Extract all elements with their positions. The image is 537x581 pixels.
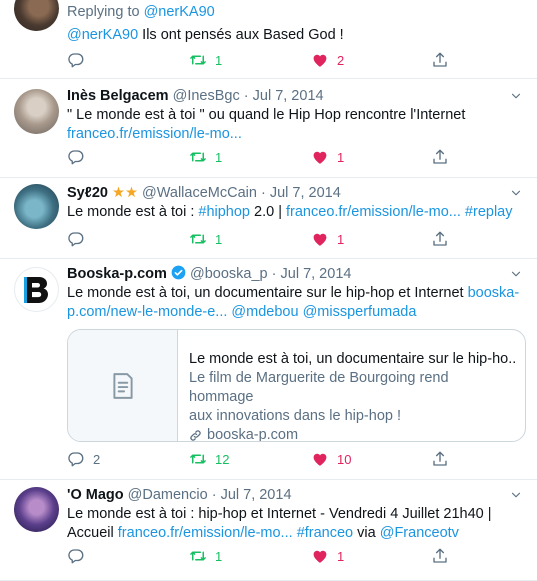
share-button[interactable]: [431, 546, 449, 566]
reply-icon: [67, 230, 85, 248]
retweet-button[interactable]: 1: [189, 50, 222, 70]
reply-icon: [67, 148, 85, 166]
share-button[interactable]: [431, 229, 449, 249]
reply-button[interactable]: [67, 50, 93, 70]
tweet-date[interactable]: Jul 7, 2014: [281, 266, 352, 282]
card-description: Le film de Marguerite de Bourgoing rend …: [189, 370, 449, 424]
share-icon: [431, 230, 449, 248]
retweet-button[interactable]: 1: [189, 147, 222, 167]
tweet[interactable]: Inès Belgacem @InesBgc · Jul 7, 2014 " L…: [0, 79, 537, 178]
retweet-icon: [189, 51, 207, 69]
author-handle[interactable]: @WallaceMcCain: [142, 185, 257, 201]
mention-link[interactable]: @nerKA90: [67, 27, 138, 43]
tweet-text: " Le monde est à toi " ou quand le Hip H…: [67, 107, 466, 142]
reply-context: Replying to @nerKA90: [67, 4, 215, 20]
star-icon: ★★: [111, 185, 138, 201]
retweet-button[interactable]: 1: [189, 546, 222, 566]
heart-icon: [311, 230, 329, 248]
reply-button[interactable]: [67, 147, 93, 167]
reply-icon: [67, 547, 85, 565]
share-button[interactable]: [431, 449, 449, 469]
url-link[interactable]: franceo.fr/emission/le-mo...: [118, 525, 293, 541]
author-handle[interactable]: @booska_p: [190, 266, 268, 282]
heart-icon: [311, 148, 329, 166]
mention-link[interactable]: @Franceotv: [380, 525, 459, 541]
author-name[interactable]: 'O Mago: [67, 487, 124, 503]
tweet[interactable]: Replying to @nerKA90 @nerKA90 Ils ont pe…: [0, 0, 537, 79]
tweet-text: @nerKA90 Ils ont pensés aux Based God !: [67, 27, 344, 43]
share-icon: [431, 51, 449, 69]
mention-link[interactable]: @mdebou: [231, 304, 298, 320]
author-handle[interactable]: @InesBgc: [173, 88, 240, 104]
card-title: Le monde est à toi, un documentaire sur …: [189, 351, 515, 367]
tweet-header: 'O Mago @Damencio · Jul 7, 2014: [67, 487, 292, 503]
verified-badge-icon: [171, 265, 186, 280]
share-icon: [431, 547, 449, 565]
retweet-icon: [189, 547, 207, 565]
like-button[interactable]: 1: [311, 229, 344, 249]
author-name[interactable]: Syℓ20: [67, 185, 108, 201]
like-button[interactable]: 2: [311, 50, 344, 70]
avatar[interactable]: [14, 267, 59, 312]
reply-button[interactable]: [67, 229, 93, 249]
avatar[interactable]: [14, 89, 59, 134]
reply-button[interactable]: 2: [67, 449, 100, 469]
like-button[interactable]: 1: [311, 546, 344, 566]
avatar[interactable]: [14, 0, 59, 31]
heart-icon: [311, 547, 329, 565]
url-link[interactable]: franceo.fr/emission/le-mo...: [286, 204, 461, 220]
retweet-button[interactable]: 12: [189, 449, 229, 469]
heart-icon: [311, 51, 329, 69]
tweet-date[interactable]: Jul 7, 2014: [270, 185, 341, 201]
tweet-date[interactable]: Jul 7, 2014: [253, 88, 324, 104]
tweet-header: Syℓ20 ★★ @WallaceMcCain · Jul 7, 2014: [67, 185, 341, 201]
author-name[interactable]: Booska-p.com: [67, 266, 167, 282]
link-card[interactable]: Le monde est à toi, un documentaire sur …: [67, 329, 526, 442]
share-icon: [431, 450, 449, 468]
heart-icon: [311, 450, 329, 468]
reply-icon: [67, 51, 85, 69]
card-domain: booska-p.com: [189, 426, 515, 441]
share-button[interactable]: [431, 50, 449, 70]
retweet-button[interactable]: 1: [189, 229, 222, 249]
retweet-icon: [189, 230, 207, 248]
hashtag-link[interactable]: #franceo: [297, 525, 353, 541]
url-link-continued[interactable]: p.com/new-le-monde-e...: [67, 304, 227, 320]
share-button[interactable]: [431, 147, 449, 167]
document-icon: [113, 373, 133, 399]
author-handle[interactable]: @Damencio: [128, 487, 208, 503]
tweet-header: Booska-p.com @booska_p · Jul 7, 2014: [67, 265, 352, 282]
tweet-date[interactable]: Jul 7, 2014: [221, 487, 292, 503]
retweet-icon: [189, 450, 207, 468]
link-icon: [190, 430, 201, 441]
url-link[interactable]: booska-: [468, 285, 520, 301]
tweet-header: Inès Belgacem @InesBgc · Jul 7, 2014: [67, 88, 324, 104]
author-name[interactable]: Inès Belgacem: [67, 88, 169, 104]
like-button[interactable]: 10: [311, 449, 351, 469]
hashtag-link[interactable]: #replay: [465, 204, 513, 220]
tweet-text: Le monde est à toi : #hiphop 2.0 | franc…: [67, 204, 513, 220]
share-icon: [431, 148, 449, 166]
reply-to-link[interactable]: @nerKA90: [144, 4, 215, 20]
url-link[interactable]: franceo.fr/emission/le-mo...: [67, 126, 242, 142]
tweet[interactable]: Booska-p.com @booska_p · Jul 7, 2014 Le …: [0, 259, 537, 480]
mention-link[interactable]: @missperfumada: [303, 304, 417, 320]
tweet[interactable]: 'O Mago @Damencio · Jul 7, 2014 Le monde…: [0, 480, 537, 581]
tweet-text: Le monde est à toi : hip-hop et Internet…: [67, 506, 492, 541]
avatar[interactable]: [14, 487, 59, 532]
card-thumbnail: [68, 330, 178, 441]
reply-icon: [67, 450, 85, 468]
avatar[interactable]: [14, 184, 59, 229]
like-button[interactable]: 1: [311, 147, 344, 167]
booska-logo-icon: [23, 276, 48, 303]
retweet-icon: [189, 148, 207, 166]
reply-button[interactable]: [67, 546, 93, 566]
tweet-text: Le monde est à toi, un documentaire sur …: [67, 285, 520, 320]
hashtag-link[interactable]: #hiphop: [198, 204, 250, 220]
tweet[interactable]: Syℓ20 ★★ @WallaceMcCain · Jul 7, 2014 Le…: [0, 178, 537, 259]
